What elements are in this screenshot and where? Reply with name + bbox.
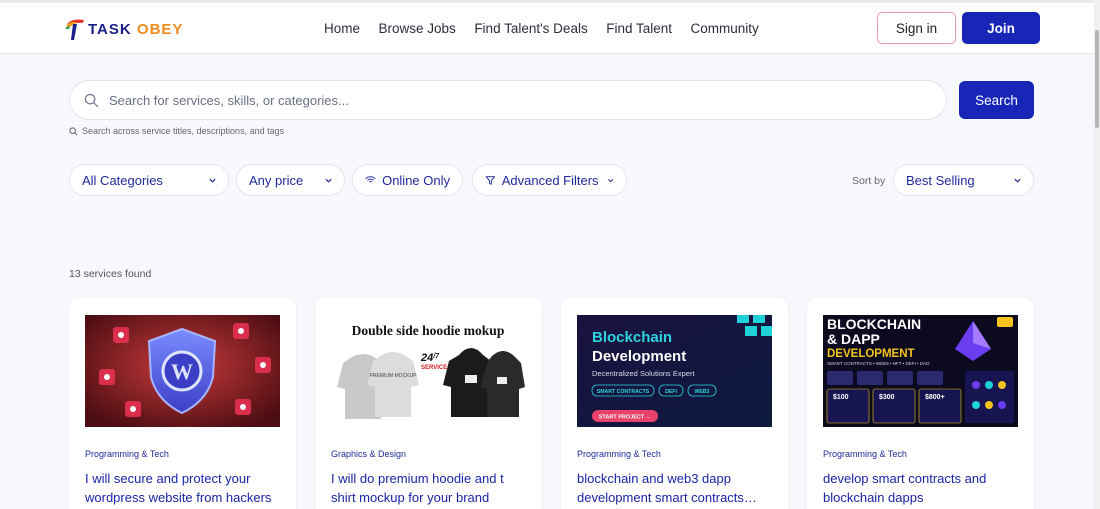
service-title[interactable]: I will secure and protect your wordpress… bbox=[85, 469, 285, 507]
service-title[interactable]: I will do premium hoodie and t shirt moc… bbox=[331, 469, 531, 507]
service-category[interactable]: Programming & Tech bbox=[823, 449, 907, 459]
search-hint: Search across service titles, descriptio… bbox=[69, 126, 284, 136]
chevron-down-icon bbox=[325, 178, 332, 183]
thumb-line1: BLOCKCHAIN bbox=[827, 316, 921, 332]
advanced-filters-button[interactable]: Advanced Filters bbox=[472, 164, 627, 196]
search-hint-icon bbox=[69, 126, 78, 136]
thumb-line2: Development bbox=[592, 348, 686, 365]
badge-sup: /7 bbox=[432, 353, 440, 360]
service-title[interactable]: develop smart contracts and blockchain d… bbox=[823, 469, 1023, 507]
nav-home[interactable]: Home bbox=[324, 21, 360, 36]
sort-select[interactable]: Best Selling bbox=[893, 164, 1034, 196]
top-header: TASK OBEY Home Browse Jobs Find Talent's… bbox=[0, 0, 1100, 54]
service-card[interactable]: Blockchain Development Decentralized Sol… bbox=[561, 298, 788, 509]
service-card[interactable]: BLOCKCHAIN & DAPP DEVELOPMENT SMART CONT… bbox=[807, 298, 1034, 509]
sort-select-value: Best Selling bbox=[906, 172, 975, 188]
search-icon bbox=[84, 93, 99, 107]
nav-find-talent[interactable]: Find Talent bbox=[606, 21, 672, 36]
hoodie-mockup-image: Double side hoodie mokup PREMIUM MOCKUP … bbox=[331, 315, 526, 427]
scrollbar-thumb[interactable] bbox=[1095, 30, 1099, 128]
search-bar bbox=[69, 80, 947, 120]
category-select[interactable]: All Categories bbox=[69, 164, 229, 196]
sign-in-button[interactable]: Sign in bbox=[877, 12, 956, 44]
service-thumbnail[interactable]: W bbox=[85, 315, 280, 427]
join-button[interactable]: Join bbox=[962, 12, 1040, 44]
service-category[interactable]: Programming & Tech bbox=[85, 449, 169, 459]
badge-service: SERVICE bbox=[421, 365, 447, 371]
service-category[interactable]: Programming & Tech bbox=[577, 449, 661, 459]
mockup-label: PREMIUM MOCKUP bbox=[370, 373, 418, 379]
svg-text:W: W bbox=[171, 359, 193, 384]
brand-name-part1: TASK bbox=[88, 20, 132, 38]
advanced-filters-label: Advanced Filters bbox=[501, 172, 599, 188]
results-count: 13 services found bbox=[69, 268, 152, 280]
category-select-value: All Categories bbox=[82, 172, 163, 188]
online-only-label: Online Only bbox=[382, 172, 450, 188]
filter-funnel-icon bbox=[485, 175, 496, 185]
page-scrollbar[interactable] bbox=[1094, 0, 1100, 509]
thumb-line1: Blockchain bbox=[592, 329, 672, 346]
online-only-toggle[interactable]: Online Only bbox=[352, 164, 463, 196]
chevron-down-icon bbox=[209, 178, 216, 183]
wifi-icon bbox=[365, 176, 376, 183]
service-card[interactable]: W Programming & Tech I will secure and p… bbox=[69, 298, 296, 509]
thumb-tag: DEFI bbox=[665, 389, 677, 395]
service-title[interactable]: blockchain and web3 dapp development sma… bbox=[577, 469, 777, 507]
service-thumbnail[interactable]: Blockchain Development Decentralized Sol… bbox=[577, 315, 772, 427]
badge-number: 24 bbox=[420, 352, 433, 364]
chevron-down-icon bbox=[607, 178, 613, 182]
thumb-price: $100 bbox=[833, 394, 849, 401]
thumb-heading: Double side hoodie mokup bbox=[352, 323, 505, 338]
service-thumbnail[interactable]: BLOCKCHAIN & DAPP DEVELOPMENT SMART CONT… bbox=[823, 315, 1018, 427]
wordpress-security-image: W bbox=[85, 315, 280, 427]
sort-by-label: Sort by bbox=[852, 175, 886, 187]
thumb-tag: SMART CONTRACTS bbox=[597, 389, 650, 395]
thumb-line2: & DAPP bbox=[827, 331, 880, 347]
service-category[interactable]: Graphics & Design bbox=[331, 449, 406, 459]
search-button[interactable]: Search bbox=[959, 81, 1034, 119]
blockchain-dapp-image: BLOCKCHAIN & DAPP DEVELOPMENT SMART CONT… bbox=[823, 315, 1018, 427]
nav-find-talents-deals[interactable]: Find Talent's Deals bbox=[474, 21, 587, 36]
price-select-value: Any price bbox=[249, 172, 304, 188]
service-thumbnail[interactable]: Double side hoodie mokup PREMIUM MOCKUP … bbox=[331, 315, 526, 427]
brand-name-part2: OBEY bbox=[136, 20, 184, 38]
thumb-line3: DEVELOPMENT bbox=[827, 348, 915, 360]
logo-mark-icon bbox=[65, 19, 84, 40]
brand-logo[interactable]: TASK OBEY bbox=[64, 16, 183, 42]
price-select[interactable]: Any price bbox=[236, 164, 345, 196]
thumb-subtitle: Decentralized Solutions Expert bbox=[592, 369, 695, 378]
thumb-price: $800+ bbox=[925, 394, 945, 401]
thumb-price: $300 bbox=[879, 394, 895, 401]
blockchain-development-image: Blockchain Development Decentralized Sol… bbox=[577, 315, 772, 427]
thumb-cta: START PROJECT → bbox=[599, 415, 651, 421]
search-input[interactable] bbox=[109, 92, 909, 108]
nav-browse-jobs[interactable]: Browse Jobs bbox=[379, 21, 456, 36]
service-card[interactable]: Double side hoodie mokup PREMIUM MOCKUP … bbox=[315, 298, 542, 509]
nav-community[interactable]: Community bbox=[691, 21, 759, 36]
chevron-down-icon bbox=[1014, 178, 1021, 183]
search-hint-text: Search across service titles, descriptio… bbox=[82, 126, 285, 136]
main-nav: Home Browse Jobs Find Talent's Deals Fin… bbox=[324, 21, 759, 36]
thumb-strip: SMART CONTRACTS • WEB3 • NFT • DEFI • DA… bbox=[827, 361, 930, 366]
thumb-tag: WEB3 bbox=[695, 389, 710, 395]
